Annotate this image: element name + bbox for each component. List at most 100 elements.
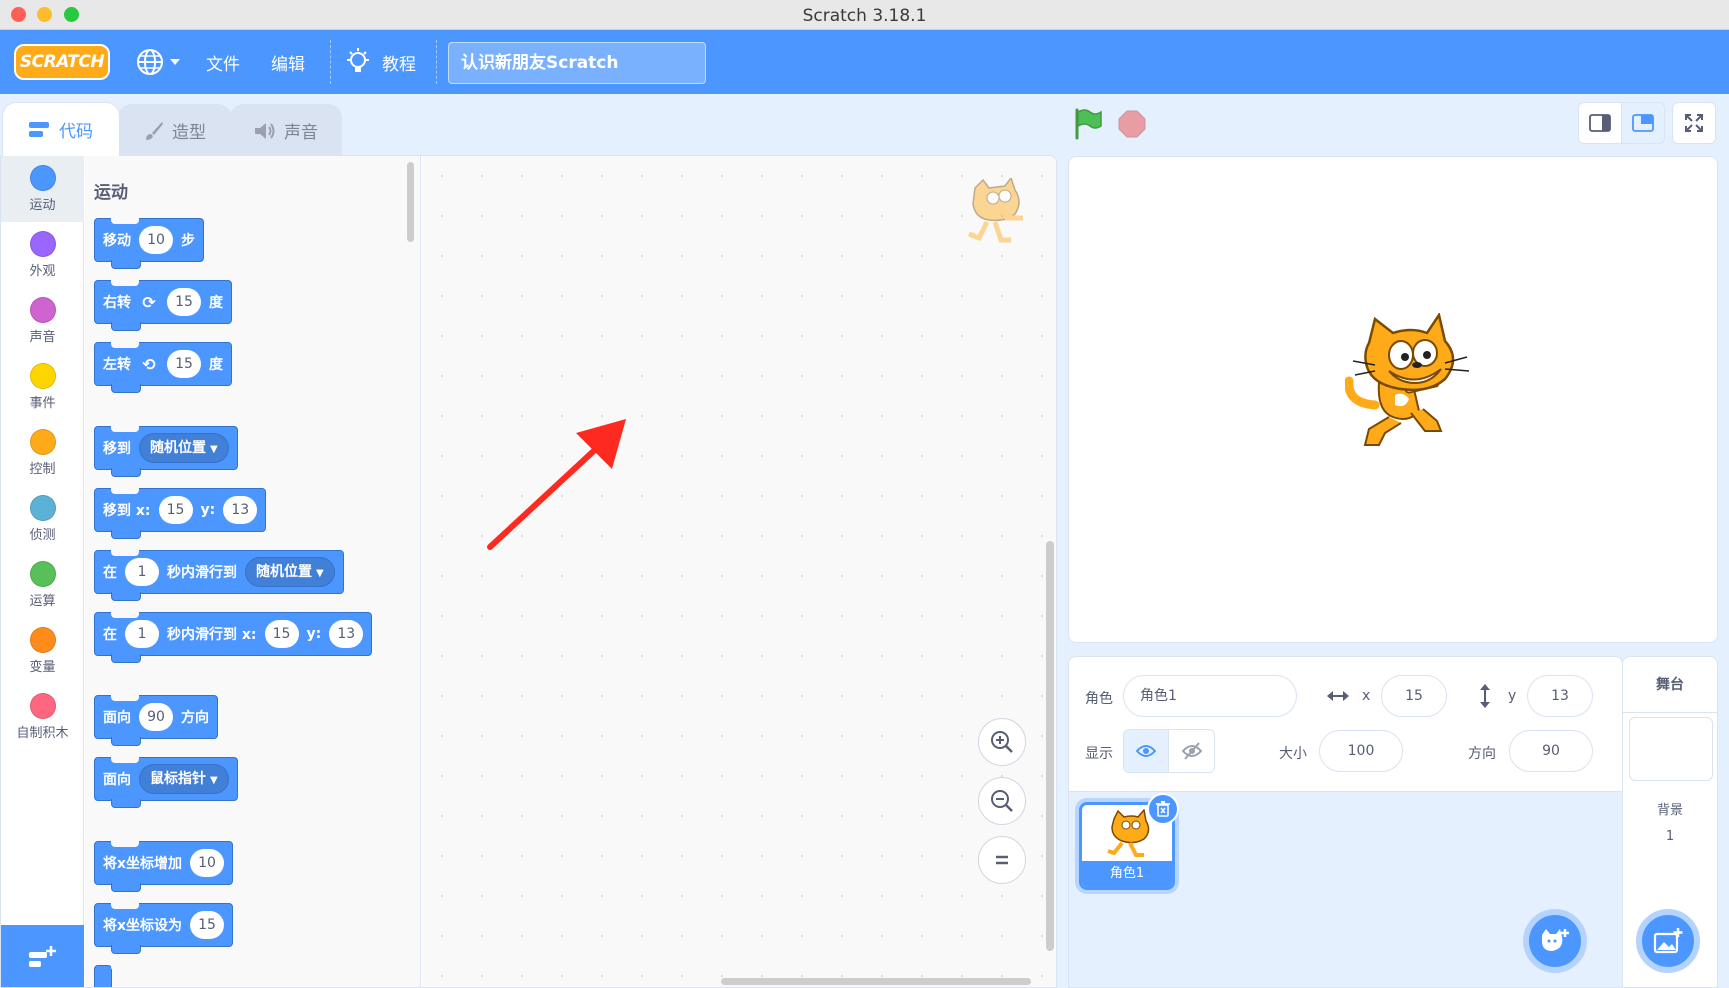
category-my-blocks[interactable]: 自制积木: [1, 684, 84, 750]
block-input[interactable]: 15: [158, 496, 193, 524]
x-label: x: [1362, 688, 1371, 704]
block-dropdown[interactable]: 随机位置 ▼: [245, 557, 335, 587]
window-titlebar: Scratch 3.18.1: [0, 0, 1729, 30]
block-set-x[interactable]: 将x坐标设为 15: [94, 903, 234, 954]
category-operators[interactable]: 运算: [1, 552, 84, 618]
block-input[interactable]: 15: [167, 288, 201, 316]
category-sound[interactable]: 声音: [1, 288, 84, 354]
block-dropdown[interactable]: 随机位置 ▼: [139, 433, 229, 463]
sprite-cat-on-stage[interactable]: [1345, 313, 1479, 453]
sprite-name-label: 角色: [1085, 691, 1113, 707]
block-move-steps[interactable]: 移动 10 步: [94, 218, 204, 269]
tab-code[interactable]: 代码: [2, 102, 120, 156]
category-menu: 运动 外观 声音 事件 控制 侦测 运算 变量 自制积木: [1, 156, 84, 987]
stage-title: 舞台: [1623, 657, 1717, 713]
x-position-input[interactable]: 15: [1381, 675, 1447, 717]
category-label: 运动: [29, 198, 56, 213]
rotate-counterclockwise-icon: ⟲: [142, 354, 156, 374]
block-input[interactable]: 1: [125, 558, 159, 586]
category-label: 事件: [29, 396, 56, 411]
block-text: 面向: [103, 772, 131, 788]
stage-thumbnail[interactable]: [1629, 717, 1713, 781]
block-change-x[interactable]: 将x坐标增加 10: [94, 841, 234, 892]
show-sprite-button[interactable]: [1124, 730, 1170, 772]
block-input[interactable]: 10: [190, 849, 225, 877]
dropdown-value: 随机位置: [256, 564, 312, 580]
delete-sprite-button[interactable]: [1147, 793, 1179, 825]
y-position-input[interactable]: 13: [1527, 675, 1593, 717]
zoom-reset-button[interactable]: [978, 836, 1026, 884]
add-extension-button[interactable]: [1, 925, 84, 987]
block-goto[interactable]: 移到 随机位置 ▼: [94, 426, 238, 477]
block-dropdown[interactable]: 鼠标指针 ▼: [139, 764, 229, 794]
show-label: 显示: [1085, 746, 1113, 762]
direction-input[interactable]: 90: [1509, 730, 1593, 772]
language-menu[interactable]: [136, 46, 186, 78]
category-events[interactable]: 事件: [1, 354, 84, 420]
block-text: 左转: [103, 357, 131, 373]
tutorials-button[interactable]: 教程: [345, 44, 425, 80]
stop-button[interactable]: [1118, 110, 1146, 138]
menu-divider: [436, 40, 437, 84]
add-backdrop-button[interactable]: [1636, 909, 1700, 973]
scratch-logo[interactable]: SCRATCH: [14, 44, 110, 80]
block-change-y-partial[interactable]: [94, 965, 139, 987]
stage-canvas[interactable]: [1068, 156, 1718, 643]
trash-icon: [1156, 801, 1170, 817]
backdrop-label: 背景: [1656, 803, 1683, 818]
file-menu[interactable]: 文件: [206, 50, 240, 75]
block-input[interactable]: 13: [329, 620, 364, 648]
palette-scrollbar[interactable]: [407, 162, 414, 242]
category-label: 外观: [29, 264, 56, 279]
image-add-icon: [1653, 928, 1683, 954]
block-input[interactable]: 13: [223, 496, 258, 524]
block-point-towards[interactable]: 面向 鼠标指针 ▼: [94, 757, 238, 808]
fullscreen-button[interactable]: [1672, 102, 1716, 144]
block-text: y:: [200, 502, 216, 518]
block-input[interactable]: 1: [125, 620, 159, 648]
category-sensing[interactable]: 侦测: [1, 486, 84, 552]
block-glide-xy[interactable]: 在 1 秒内滑行到 x: 15 y: 13: [94, 612, 373, 663]
category-dot: [29, 363, 56, 389]
large-stage-button[interactable]: [1621, 102, 1665, 144]
block-input[interactable]: 15: [190, 911, 225, 939]
size-label: 大小: [1279, 746, 1307, 762]
category-dot: [29, 165, 56, 191]
menu-divider: [330, 40, 331, 84]
zoom-in-button[interactable]: [978, 718, 1026, 766]
sprite-thumbnail: [1107, 809, 1150, 857]
sprite-name-input[interactable]: 角色1: [1123, 675, 1297, 717]
block-palette: 运动 移动 10 步 右转 ⟳ 15 度 左转 ⟲ 15 度 移到 随机位置 ▼ …: [85, 156, 421, 987]
globe-icon: [137, 49, 180, 75]
block-glide-to[interactable]: 在 1 秒内滑行到 随机位置 ▼: [94, 550, 344, 601]
tab-costumes[interactable]: 造型: [118, 104, 232, 156]
workspace-vertical-scrollbar[interactable]: [1046, 541, 1054, 951]
hide-sprite-button[interactable]: [1169, 730, 1214, 772]
category-looks[interactable]: 外观: [1, 222, 84, 288]
category-label: 声音: [29, 330, 56, 345]
edit-menu[interactable]: 编辑: [271, 50, 305, 75]
block-input[interactable]: 90: [139, 703, 173, 731]
workspace-horizontal-scrollbar[interactable]: [721, 978, 1031, 985]
block-turn-left[interactable]: 左转 ⟲ 15 度: [94, 342, 232, 393]
add-sprite-button[interactable]: [1523, 909, 1587, 973]
script-workspace[interactable]: [422, 156, 1056, 987]
block-goto-xy[interactable]: 移到 x: 15 y: 13: [94, 488, 267, 539]
project-title-input[interactable]: 认识新朋友Scratch: [448, 42, 706, 84]
block-turn-right[interactable]: 右转 ⟳ 15 度: [94, 280, 232, 331]
sprite-tile-name: 角色1: [1082, 861, 1172, 887]
block-input[interactable]: 10: [139, 226, 173, 254]
code-editor: 运动 外观 声音 事件 控制 侦测 运算 变量 自制积木 运动 移动 10 步 …: [0, 155, 1057, 988]
zoom-out-button[interactable]: [978, 777, 1026, 825]
tab-sounds[interactable]: 声音: [230, 104, 342, 156]
green-flag-button[interactable]: [1073, 108, 1103, 140]
block-input[interactable]: 15: [264, 620, 299, 648]
category-variables[interactable]: 变量: [1, 618, 84, 684]
small-stage-button[interactable]: [1578, 102, 1622, 144]
category-control[interactable]: 控制: [1, 420, 84, 486]
block-point-direction[interactable]: 面向 90 方向: [94, 695, 218, 746]
size-input[interactable]: 100: [1319, 730, 1403, 772]
category-motion[interactable]: 运动: [1, 156, 84, 222]
block-input[interactable]: 15: [167, 350, 201, 378]
current-sprite-watermark-icon: [968, 178, 1023, 243]
